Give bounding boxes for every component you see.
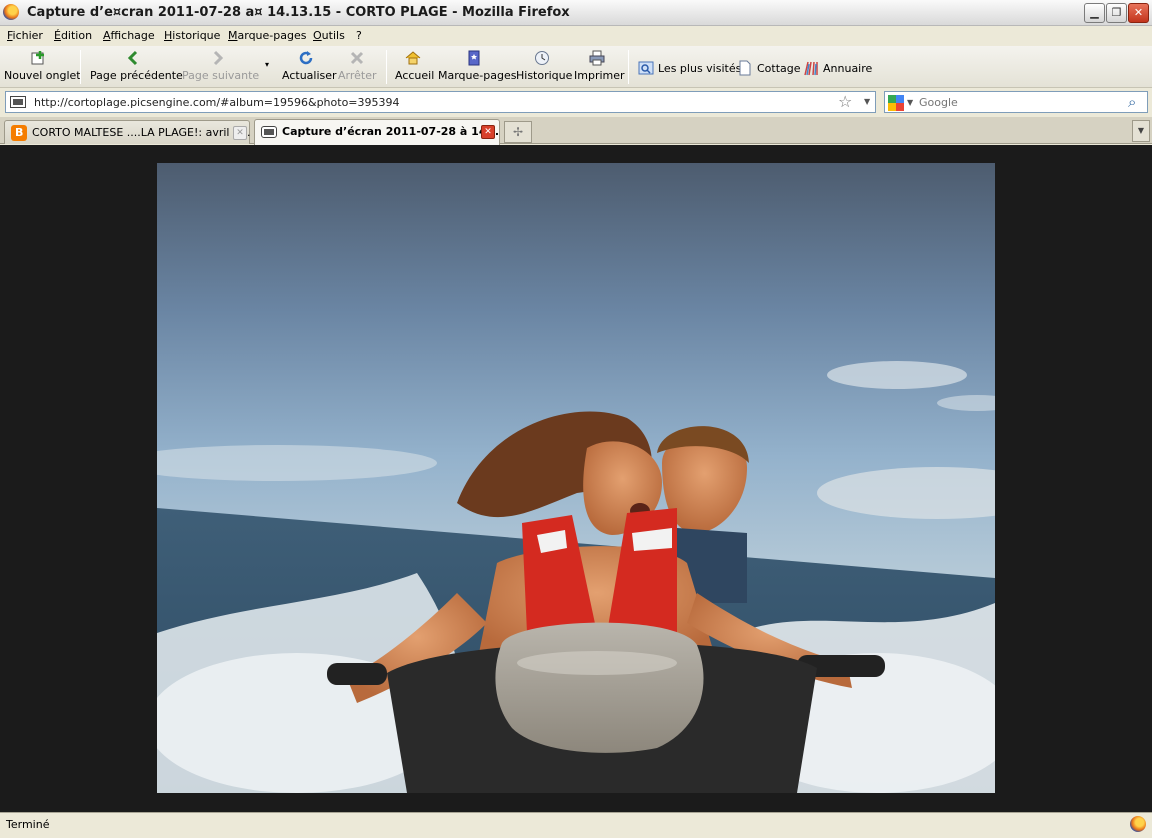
back-button[interactable]: Page précédente — [90, 48, 183, 86]
tab-list-dropdown-icon[interactable]: ▼ — [1132, 120, 1150, 142]
navigation-toolbar: Nouvel onglet Page précédente Page suiva… — [0, 46, 1152, 88]
toolbar-separator — [628, 50, 629, 84]
close-window-button[interactable]: ✕ — [1128, 3, 1149, 23]
toolbar-separator — [80, 50, 81, 84]
google-icon[interactable] — [888, 95, 904, 111]
menu-fichier[interactable]: Fichier — [7, 29, 43, 42]
stop-icon — [350, 51, 364, 65]
search-bar[interactable]: ▼ ⌕ — [884, 91, 1148, 113]
menu-bar: Fichier Édition Affichage Historique Mar… — [0, 26, 1152, 46]
bookmark-cottage-label: Cottage — [757, 62, 801, 75]
maximize-button[interactable]: ❐ — [1106, 3, 1127, 23]
tab-capture[interactable]: Capture d’écran 2011-07-28 à 14... ✕ — [254, 119, 500, 145]
blogger-icon — [11, 125, 27, 141]
printer-icon — [589, 50, 605, 66]
address-row: http://cortoplage.picsengine.com/#album=… — [0, 89, 1152, 116]
menu-affichage[interactable]: Affichage — [103, 29, 155, 42]
tab-close-icon[interactable]: ✕ — [233, 126, 247, 140]
url-text[interactable]: http://cortoplage.picsengine.com/#album=… — [34, 96, 400, 109]
status-text: Terminé — [6, 818, 50, 831]
tab-strip: CORTO MALTESE ....LA PLAGE!: avril 2... … — [0, 117, 1152, 145]
menu-help[interactable]: ? — [356, 29, 362, 42]
stop-label: Arrêter — [338, 69, 377, 82]
menu-edition[interactable]: Édition — [54, 29, 92, 42]
stop-button[interactable]: Arrêter — [338, 48, 377, 86]
annuaire-icon — [804, 61, 818, 76]
image-tab-icon — [261, 126, 277, 138]
new-tab-icon — [31, 51, 44, 65]
tab-label: CORTO MALTESE ....LA PLAGE!: avril 2... — [32, 126, 251, 139]
home-icon — [405, 51, 421, 65]
forward-label: Page suivante — [182, 69, 260, 82]
site-favicon-icon — [10, 96, 26, 108]
new-tab-label: Nouvel onglet — [4, 69, 81, 82]
page-content — [0, 145, 1152, 812]
tab-label: Capture d’écran 2011-07-28 à 14... — [282, 125, 500, 138]
reload-icon — [299, 51, 313, 65]
print-button[interactable]: Imprimer — [574, 48, 625, 86]
bookmarks-button[interactable]: Marque-pages — [438, 48, 516, 86]
status-bar: Terminé — [0, 812, 1152, 838]
toolbar-separator — [386, 50, 387, 84]
forward-button[interactable]: Page suivante — [182, 48, 259, 86]
bookmarks-icon — [468, 50, 480, 66]
url-bar[interactable]: http://cortoplage.picsengine.com/#album=… — [5, 91, 876, 113]
menu-marque-pages[interactable]: Marque-pages — [228, 29, 306, 42]
bookmark-annuaire[interactable]: Annuaire — [803, 60, 872, 76]
history-button[interactable]: Historique — [516, 48, 572, 86]
window-title: Capture d’e¤cran 2011-07-28 a¤ 14.13.15 … — [27, 5, 570, 20]
firefox-status-icon — [1130, 816, 1146, 832]
forward-arrow-icon — [213, 50, 224, 66]
reload-label: Actualiser — [282, 69, 337, 82]
new-tab-plus-icon[interactable]: ✢ — [504, 121, 532, 143]
jet-ski-photo — [157, 163, 995, 793]
bookmarks-label: Marque-pages — [438, 69, 517, 82]
back-arrow-icon — [127, 50, 138, 66]
firefox-icon — [3, 4, 19, 20]
tab-corto-maltese[interactable]: CORTO MALTESE ....LA PLAGE!: avril 2... … — [4, 120, 250, 144]
bookmark-star-icon[interactable]: ☆ — [838, 92, 852, 111]
bookmark-most-visited[interactable]: Les plus visités — [638, 60, 741, 76]
minimize-button[interactable]: ▁ — [1084, 3, 1105, 23]
clock-icon — [535, 51, 549, 65]
bookmark-cottage[interactable]: Cottage — [737, 60, 801, 76]
bookmark-annuaire-label: Annuaire — [823, 62, 873, 75]
print-label: Imprimer — [574, 69, 625, 82]
magnifier-icon[interactable]: ⌕ — [1128, 93, 1136, 111]
search-input[interactable] — [919, 94, 1119, 110]
menu-historique[interactable]: Historique — [164, 29, 220, 42]
engine-dropdown-icon[interactable]: ▼ — [907, 98, 913, 107]
home-label: Accueil — [395, 69, 435, 82]
tab-close-icon[interactable]: ✕ — [481, 125, 495, 139]
home-button[interactable]: Accueil — [395, 48, 435, 86]
page-icon — [739, 60, 751, 76]
reload-button[interactable]: Actualiser — [282, 48, 337, 86]
most-visited-icon — [638, 61, 654, 75]
title-bar: Capture d’e¤cran 2011-07-28 a¤ 14.13.15 … — [0, 0, 1152, 26]
url-dropdown-icon[interactable]: ▼ — [864, 97, 870, 106]
back-label: Page précédente — [90, 69, 183, 82]
menu-outils[interactable]: Outils — [313, 29, 345, 42]
new-tab-button[interactable]: Nouvel onglet — [4, 48, 81, 86]
history-label: Historique — [516, 69, 573, 82]
bookmark-most-visited-label: Les plus visités — [658, 62, 742, 75]
